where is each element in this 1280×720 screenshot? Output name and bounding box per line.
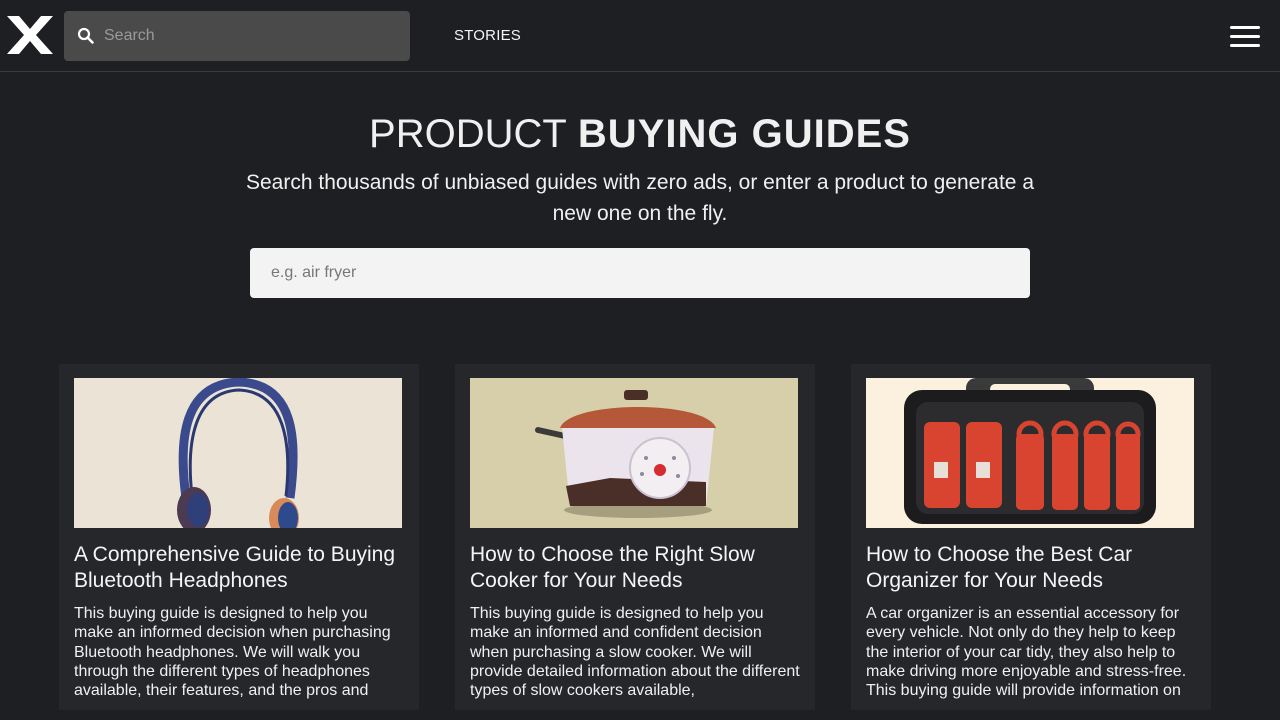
product-search-input[interactable] [250,248,1030,298]
guide-card-title[interactable]: How to Choose the Best Car Organizer for… [866,542,1196,594]
guide-card-excerpt: This buying guide is designed to help yo… [470,605,800,700]
nav-stories-link[interactable]: STORIES [454,27,521,44]
guide-card-car-organizer[interactable]: How to Choose the Best Car Organizer for… [851,364,1211,710]
page-title-light: PRODUCT [369,112,567,156]
search-icon [77,27,94,44]
guide-card-title[interactable]: How to Choose the Right Slow Cooker for … [470,542,800,594]
car-organizer-image [866,378,1194,528]
page-title-bold: BUYING GUIDES [577,112,911,156]
page-title: PRODUCT BUYING GUIDES [0,112,1280,157]
guide-card-title[interactable]: A Comprehensive Guide to Buying Bluetoot… [74,542,404,594]
header-search-input[interactable] [104,11,404,61]
header-search[interactable] [64,11,410,61]
guide-card-excerpt: A car organizer is an essential accessor… [866,605,1187,700]
guide-card-headphones[interactable]: A Comprehensive Guide to Buying Bluetoot… [59,364,419,710]
top-bar: STORIES [0,0,1280,72]
page-subtitle: Search thousands of unbiased guides with… [245,171,1034,225]
guide-card-excerpt: This buying guide is designed to help yo… [74,605,391,700]
site-logo-icon[interactable] [7,16,53,54]
slow-cooker-image [470,378,798,528]
headphones-image [74,378,402,528]
hamburger-menu-icon[interactable] [1228,24,1262,48]
guide-card-slow-cooker[interactable]: How to Choose the Right Slow Cooker for … [455,364,815,710]
